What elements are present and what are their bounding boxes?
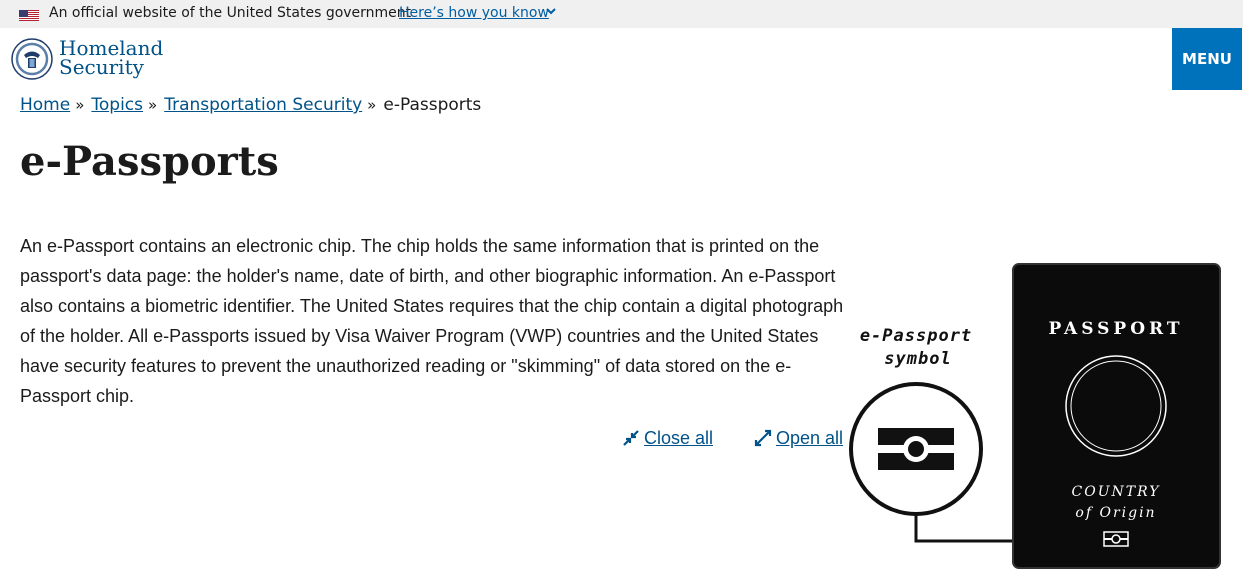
- passport-country-line-1: COUNTRY: [1072, 484, 1161, 500]
- breadcrumb-separator: »: [367, 96, 377, 114]
- breadcrumb-home[interactable]: Home: [20, 95, 70, 115]
- dhs-seal-icon[interactable]: [11, 38, 53, 80]
- open-all-button[interactable]: Open all: [754, 428, 843, 449]
- breadcrumb-topics[interactable]: Topics: [91, 95, 143, 115]
- logo-line-2: Security: [59, 55, 144, 79]
- breadcrumb-separator: »: [148, 96, 158, 114]
- menu-button[interactable]: MENU: [1172, 28, 1242, 90]
- chevron-down-icon[interactable]: [546, 6, 556, 19]
- intro-paragraph: An e-Passport contains an electronic chi…: [20, 236, 844, 406]
- page-title: e-Passports: [20, 138, 279, 185]
- e-passport-symbol-icon: [849, 382, 983, 516]
- breadcrumb-separator: »: [75, 96, 85, 114]
- homeland-security-logo[interactable]: Homeland Security: [59, 38, 163, 79]
- passport-country-line-2: of Origin: [1075, 505, 1156, 521]
- us-flag-icon: [19, 8, 39, 21]
- e-passport-illustration: e-Passport symbol PASSPORT COUNTRY of Or…: [849, 263, 1221, 569]
- symbol-label-line-2: symbol: [884, 349, 951, 369]
- breadcrumb-current: e-Passports: [383, 95, 482, 115]
- close-all-button[interactable]: Close all: [622, 428, 713, 449]
- breadcrumb: Home » Topics » Transportation Security » e-Pa…: [20, 95, 481, 115]
- breadcrumb-transportation-security[interactable]: Transportation Security: [164, 95, 362, 115]
- expand-arrows-icon: [754, 429, 772, 447]
- gov-banner-text: An official website of the United States…: [49, 5, 412, 21]
- how-you-know-link[interactable]: Here’s how you know: [399, 5, 549, 21]
- open-all-label: Open all: [776, 428, 844, 448]
- connector-line: [914, 512, 1016, 543]
- gov-banner: An official website of the United States…: [0, 0, 1243, 28]
- collapse-arrows-icon: [622, 429, 640, 447]
- close-all-label: Close all: [644, 428, 714, 448]
- passport-title: PASSPORT: [1049, 319, 1184, 339]
- symbol-label-line-1: e-Passport: [860, 326, 972, 346]
- passport-book-icon: PASSPORT COUNTRY of Origin: [1012, 263, 1221, 569]
